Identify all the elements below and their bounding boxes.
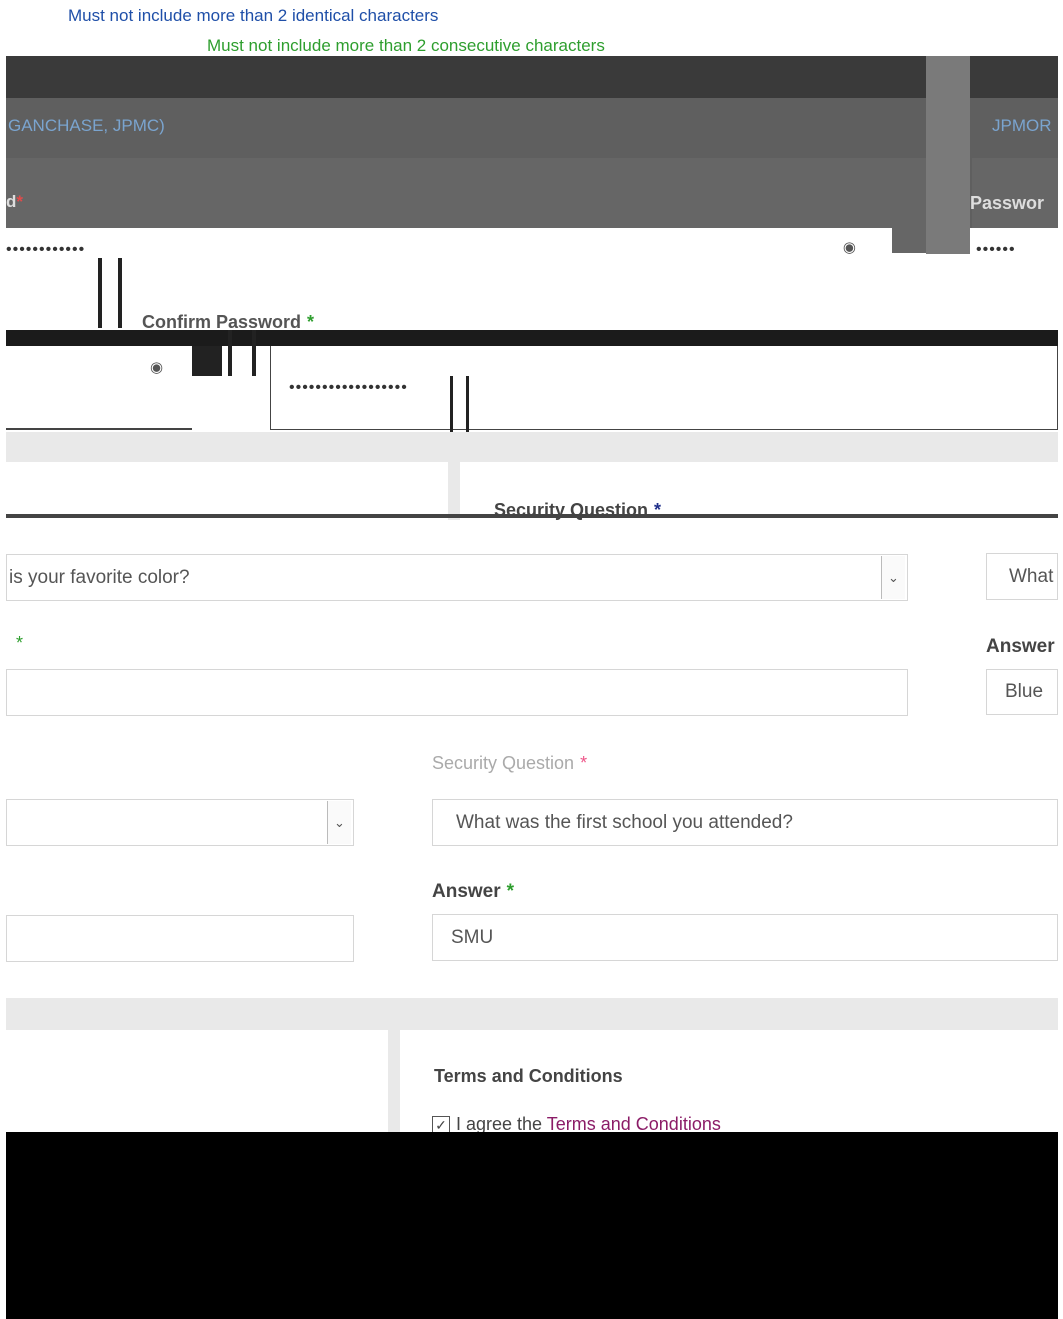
terms-link[interactable]: Terms and Conditions — [547, 1114, 721, 1134]
dark-stripe — [6, 330, 1058, 346]
rule-consecutive: Must not include more than 2 consecutive… — [207, 36, 605, 55]
glitch-line — [6, 514, 1058, 518]
terms-agree-text: I agree the — [456, 1114, 547, 1134]
answer-label: Answer * — [432, 881, 514, 903]
chevron-down-icon[interactable]: ⌄ — [881, 556, 905, 599]
divider-bar — [926, 56, 970, 254]
answer-input-2[interactable]: Blue — [986, 669, 1058, 715]
password-label-text: d — [6, 192, 17, 211]
required-asterisk: * — [16, 192, 24, 211]
section-gray-gutter — [448, 462, 460, 520]
divider-bar — [466, 376, 469, 432]
select-value: What — [1009, 565, 1054, 587]
password-label-fragment: d* — [6, 192, 23, 212]
password-input-left[interactable]: •••••••••••• ◉ — [6, 228, 892, 272]
divider-bar — [228, 330, 232, 376]
section-gray-band — [6, 432, 1058, 462]
answer-label-right: Answer — [986, 636, 1055, 657]
answer-input-left[interactable] — [6, 915, 354, 962]
confirm-password-text: Confirm Password — [142, 312, 302, 332]
divider-bar — [118, 258, 122, 328]
answer-label-fragment: * — [6, 633, 23, 654]
company-value-right: JPMOR — [992, 116, 1052, 135]
section-gray-band — [6, 998, 1058, 1030]
security-question-select-1[interactable]: is your favorite color? ⌄ — [6, 554, 908, 601]
company-value-left: GANCHASE, JPMC) — [8, 116, 165, 135]
security-question-label-faint: Security Question * — [432, 753, 587, 774]
security-question-text: Security Question — [432, 753, 575, 773]
password-mask-right: •••••• — [976, 241, 1016, 258]
divider-bar — [98, 258, 102, 328]
security-question-select-2[interactable]: What — [986, 553, 1058, 600]
section-gray-gutter — [388, 1030, 400, 1132]
answer-value: Blue — [1005, 681, 1044, 702]
password-input-right[interactable]: •••••• — [970, 228, 1058, 272]
eye-icon[interactable]: ◉ — [843, 238, 856, 256]
answer-input-3[interactable]: SMU — [432, 914, 1058, 961]
chevron-down-icon[interactable]: ⌄ — [327, 801, 351, 844]
confirm-password-mask: •••••••••••••••••• — [289, 378, 408, 396]
select-value: is your favorite color? — [9, 566, 190, 588]
security-question-select-3[interactable]: What was the first school you attended? — [432, 799, 1058, 846]
password-mask: •••••••••••• — [6, 241, 86, 258]
confirm-password-input[interactable]: •••••••••••••••••• — [270, 346, 1058, 430]
security-question-select-left[interactable]: ⌄ — [6, 799, 354, 846]
black-overlay — [6, 1132, 1058, 1319]
divider-bar — [252, 330, 256, 376]
required-asterisk: * — [16, 633, 24, 653]
select-value: What was the first school you attended? — [456, 811, 793, 833]
confirm-eye-cell: ◉ — [6, 346, 192, 430]
answer-label-text: Answer — [432, 881, 501, 902]
answer-input-1[interactable] — [6, 669, 908, 716]
answer-value: SMU — [451, 926, 494, 948]
required-asterisk: * — [506, 881, 515, 902]
rule-identical: Must not include more than 2 identical c… — [68, 6, 439, 25]
account-panel-strip — [6, 56, 1058, 98]
eye-icon[interactable]: ◉ — [150, 358, 163, 376]
required-asterisk: * — [307, 312, 315, 332]
divider-bar — [192, 346, 222, 376]
terms-title: Terms and Conditions — [434, 1066, 623, 1086]
divider-bar — [450, 376, 453, 432]
required-asterisk: * — [580, 753, 588, 773]
password-label-right: Passwor — [970, 193, 1045, 213]
